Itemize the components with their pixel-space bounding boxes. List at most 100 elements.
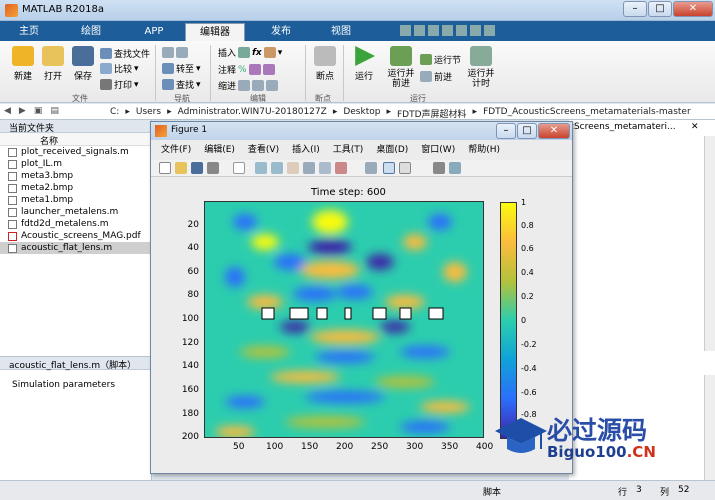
tab-plots[interactable]: 绘图 <box>72 23 110 41</box>
editor-close-tab-icon[interactable]: ✕ <box>691 122 699 132</box>
breadcrumb-item[interactable]: Desktop <box>343 107 380 120</box>
file-item-selected[interactable]: acoustic_flat_lens.m <box>0 242 151 254</box>
file-item[interactable]: meta2.bmp <box>0 182 151 194</box>
save-figure-icon[interactable] <box>191 162 203 174</box>
smart-indent-icon[interactable] <box>238 80 251 91</box>
file-item[interactable]: Acoustic_screens_MAG.pdf <box>0 230 151 242</box>
zoom-out-icon[interactable] <box>271 162 283 174</box>
cut-icon[interactable] <box>414 25 425 36</box>
find-button[interactable]: 查找 ▾ <box>162 78 201 91</box>
command-scrollbar[interactable] <box>704 375 715 480</box>
file-item[interactable]: meta1.bmp <box>0 194 151 206</box>
minimize-button[interactable]: – <box>623 1 647 17</box>
run-and-advance-button[interactable]: 运行并 前进 <box>384 46 418 89</box>
breadcrumb-item[interactable]: C: <box>110 107 119 120</box>
menu-help[interactable]: 帮助(H) <box>468 142 500 156</box>
tab-editor[interactable]: 编辑器 <box>185 23 245 41</box>
editor-scrollbar[interactable] <box>704 136 715 351</box>
figure-close-button[interactable]: ✕ <box>538 123 570 139</box>
zoom-in-icon[interactable] <box>255 162 267 174</box>
data-cursor-icon[interactable] <box>319 162 331 174</box>
comment-toggle-icon[interactable] <box>248 64 261 75</box>
legend-icon[interactable] <box>399 162 411 174</box>
address-bar[interactable]: ◀ ▶ ▣ ▤ C: ▸ Users ▸ Administrator.WIN7U-2… <box>0 104 715 120</box>
save-button[interactable]: 保存 <box>68 46 98 82</box>
compare-button[interactable]: 比较 ▾ <box>100 62 139 75</box>
file-item[interactable]: fdtd2d_metalens.m <box>0 218 151 230</box>
paste-icon[interactable] <box>442 25 453 36</box>
menu-file[interactable]: 文件(F) <box>161 142 191 156</box>
new-button[interactable]: 新建 <box>8 46 38 82</box>
help-icon[interactable] <box>484 25 495 36</box>
hide-plot-tools-icon[interactable] <box>433 162 445 174</box>
run-section-button[interactable]: 运行节 <box>420 53 461 66</box>
file-item[interactable]: plot_IL.m <box>0 158 151 170</box>
menu-insert[interactable]: 插入(I) <box>292 142 320 156</box>
figure-minimize-button[interactable]: – <box>496 123 516 139</box>
indent-button[interactable]: 缩进 <box>218 79 279 92</box>
menu-desktop[interactable]: 桌面(D) <box>376 142 408 156</box>
print-figure-icon[interactable] <box>207 162 219 174</box>
pan-hand-icon[interactable] <box>287 162 299 174</box>
print-button[interactable]: 打印 ▾ <box>100 78 139 91</box>
forward-arrow-icon[interactable]: ▶ <box>19 106 26 116</box>
menu-tools[interactable]: 工具(T) <box>333 142 364 156</box>
breadcrumb-item[interactable]: FDTD声屏超材料 <box>397 107 467 120</box>
wave-field-image[interactable] <box>204 201 484 438</box>
save-icon[interactable] <box>400 25 411 36</box>
figure-maximize-button[interactable]: □ <box>517 123 537 139</box>
y-tick-label: 160 <box>181 385 199 395</box>
wrap-comment-icon[interactable] <box>262 64 275 75</box>
up-folder-icon[interactable]: ▣ <box>34 106 43 116</box>
redo-icon[interactable] <box>470 25 481 36</box>
copy-icon[interactable] <box>428 25 439 36</box>
column-header-name[interactable]: 名称 <box>0 133 151 147</box>
show-plot-tools-icon[interactable] <box>449 162 461 174</box>
breadcrumb-item[interactable]: Administrator.WIN7U-20180127Z <box>178 107 327 120</box>
new-figure-icon[interactable] <box>159 162 171 174</box>
breakpoints-button[interactable]: 断点 <box>310 46 340 82</box>
file-item[interactable]: launcher_metalens.m <box>0 206 151 218</box>
breadcrumb-item[interactable]: FDTD_AcousticScreens_metamaterials-maste… <box>483 107 691 120</box>
find-files-button[interactable]: 查找文件 <box>100 47 150 60</box>
open-file-icon[interactable] <box>175 162 187 174</box>
link-plot-icon[interactable] <box>365 162 377 174</box>
run-and-time-button[interactable]: 运行并 计时 <box>465 46 497 89</box>
comment-button[interactable]: 注释 % <box>218 63 275 76</box>
advance-button[interactable]: 前进 <box>420 70 452 83</box>
pointer-icon[interactable] <box>233 162 245 174</box>
run-icon <box>355 46 375 66</box>
function-icon[interactable]: fx <box>252 48 262 58</box>
back-arrow-icon[interactable]: ◀ <box>4 106 11 116</box>
figure-title-bar[interactable]: Figure 1 – □ ✕ <box>151 122 572 140</box>
colorbar[interactable] <box>500 202 517 439</box>
goto-button[interactable]: 转至 ▾ <box>162 62 201 75</box>
y-tick-label: 100 <box>181 314 199 324</box>
brush-icon[interactable] <box>335 162 347 174</box>
undo-icon[interactable] <box>456 25 467 36</box>
browse-folder-icon[interactable]: ▤ <box>50 106 59 116</box>
menu-view[interactable]: 查看(V) <box>248 142 279 156</box>
editor-tab[interactable]: cScreens_metamateri... <box>569 122 689 132</box>
open-button[interactable]: 打开 <box>38 46 68 82</box>
section-icon[interactable] <box>263 47 276 58</box>
nav-back-forward[interactable] <box>162 47 188 58</box>
tab-publish[interactable]: 发布 <box>262 23 300 41</box>
group-label-breakpoints: 断点 <box>315 94 331 103</box>
breadcrumb-item[interactable]: Users <box>136 107 161 120</box>
file-item[interactable]: meta3.bmp <box>0 170 151 182</box>
menu-edit[interactable]: 编辑(E) <box>204 142 235 156</box>
menu-window[interactable]: 窗口(W) <box>421 142 455 156</box>
tab-apps[interactable]: APP <box>135 23 173 41</box>
outdent-icon[interactable] <box>266 80 279 91</box>
maximize-button[interactable]: □ <box>648 1 672 17</box>
colorbar-icon[interactable] <box>383 162 395 174</box>
run-button[interactable]: 运行 <box>348 46 380 82</box>
rotate-3d-icon[interactable] <box>303 162 315 174</box>
tab-home[interactable]: 主页 <box>10 23 48 41</box>
insert-button[interactable]: 插入 fx ▾ <box>218 46 282 59</box>
indent-icon[interactable] <box>252 80 265 91</box>
file-item[interactable]: plot_received_signals.m <box>0 146 151 158</box>
close-button[interactable]: ✕ <box>673 1 713 17</box>
tab-view[interactable]: 视图 <box>322 23 360 41</box>
